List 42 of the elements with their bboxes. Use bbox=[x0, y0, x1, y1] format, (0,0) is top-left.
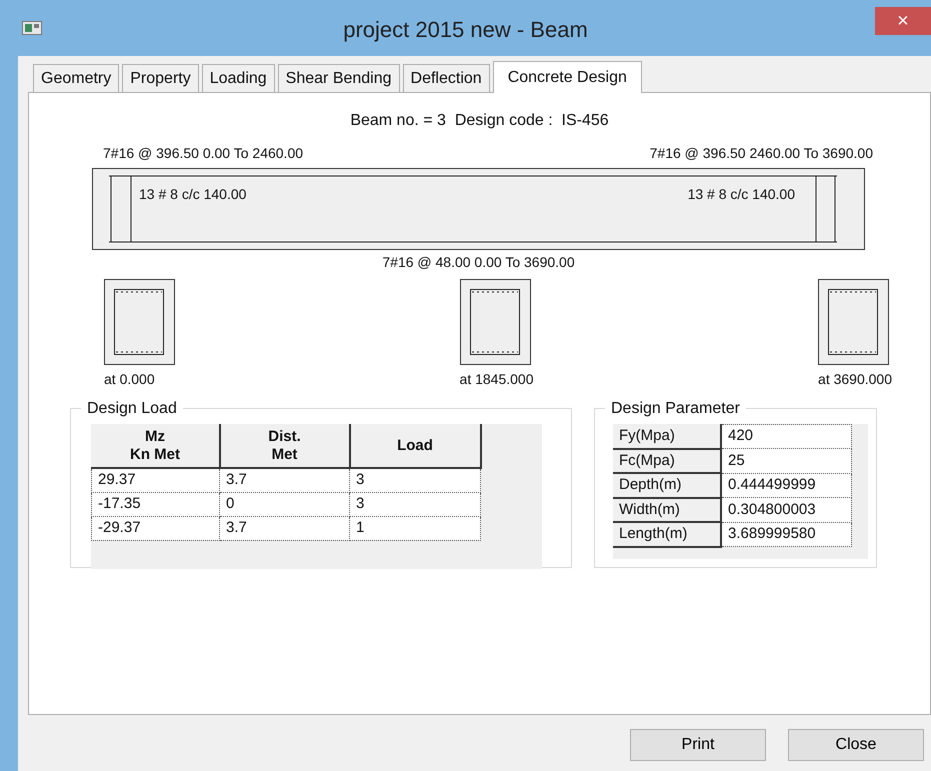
parameter-label: Fc(Mpa) bbox=[613, 448, 721, 473]
rebar-label: 7#16 @ 396.50 2460.00 To 3690.00 bbox=[650, 144, 873, 163]
table-cell: -17.35 bbox=[92, 492, 220, 516]
table-cell: 3 bbox=[350, 468, 480, 492]
section-label: at 3690.000 bbox=[818, 370, 892, 389]
table-cell: 1 bbox=[350, 516, 480, 540]
table-cell: 3 bbox=[350, 492, 480, 516]
tab[interactable]: Deflection bbox=[402, 64, 490, 92]
parameter-label: Width(m) bbox=[613, 498, 721, 522]
parameter-label: Fy(Mpa) bbox=[613, 424, 721, 448]
stirrup-label: 13 # 8 c/c 140.00 bbox=[688, 185, 795, 204]
close-button[interactable]: × bbox=[875, 7, 931, 35]
app-icon bbox=[22, 21, 42, 35]
tab[interactable]: Concrete Design bbox=[492, 61, 642, 93]
tab[interactable]: Geometry bbox=[33, 64, 120, 92]
parameter-value: 25 bbox=[721, 448, 851, 473]
parameter-label: Depth(m) bbox=[613, 473, 721, 498]
table-cell: 3.7 bbox=[220, 468, 350, 492]
parameter-value: 420 bbox=[721, 424, 851, 448]
column-header: Dist. Met bbox=[220, 424, 350, 468]
column-header: Load bbox=[350, 424, 480, 468]
table-cell: 3.7 bbox=[220, 516, 350, 540]
section-label: at 0.000 bbox=[104, 370, 155, 389]
stirrup-label: 13 # 8 c/c 140.00 bbox=[139, 185, 246, 204]
section-label: at 1845.000 bbox=[460, 370, 534, 389]
column-header: Mz Kn Met bbox=[92, 424, 220, 468]
parameter-value: 3.689999580 bbox=[721, 522, 851, 546]
dialog-button[interactable]: Print bbox=[630, 729, 766, 761]
table-cell: -29.37 bbox=[92, 516, 220, 540]
table-cell: 29.37 bbox=[92, 468, 220, 492]
tab[interactable]: Property bbox=[122, 64, 199, 92]
parameter-label: Length(m) bbox=[613, 522, 721, 546]
design-header: Beam no. = 3 Design code : IS-456 bbox=[349, 111, 610, 131]
dialog-button[interactable]: Close bbox=[788, 729, 924, 761]
table-cell: 0 bbox=[220, 492, 350, 516]
window-title: project 2015 new - Beam bbox=[343, 16, 588, 44]
parameter-value: 0.444499999 bbox=[721, 473, 851, 498]
tab[interactable]: Loading bbox=[202, 64, 275, 92]
rebar-label: 7#16 @ 396.50 0.00 To 2460.00 bbox=[103, 144, 304, 163]
tab[interactable]: Shear Bending bbox=[278, 64, 400, 92]
rebar-label: 7#16 @ 48.00 0.00 To 3690.00 bbox=[382, 253, 575, 272]
parameter-value: 0.304800003 bbox=[721, 498, 851, 522]
